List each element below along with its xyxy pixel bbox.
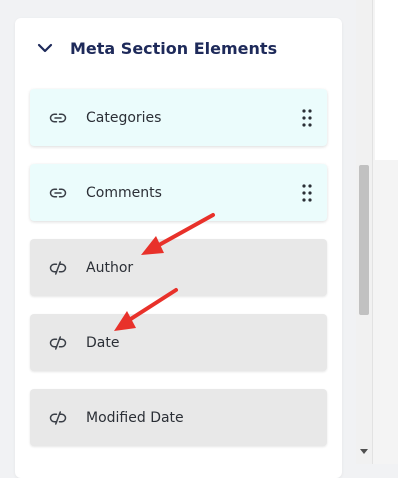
unlink-icon [49, 411, 67, 425]
meta-item-label: Categories [86, 109, 162, 126]
meta-item-comments[interactable]: Comments [30, 164, 327, 221]
meta-item-label: Author [86, 259, 134, 276]
drag-handle-icon[interactable] [301, 108, 313, 128]
right-panel-card [375, 0, 398, 160]
meta-section-panel: Meta Section Elements Categories Comment… [15, 18, 342, 478]
meta-section-toggle[interactable]: Meta Section Elements [37, 38, 277, 58]
drag-handle-icon[interactable] [301, 183, 313, 203]
link-icon [49, 113, 67, 123]
meta-item-label: Modified Date [86, 409, 184, 426]
unlink-icon [49, 336, 67, 350]
unlink-icon [49, 261, 67, 275]
meta-item-author[interactable]: Author [30, 239, 327, 296]
scrollbar-thumb[interactable] [359, 165, 369, 315]
meta-item-label: Comments [86, 184, 162, 201]
meta-item-date[interactable]: Date [30, 314, 327, 371]
meta-item-categories[interactable]: Categories [30, 89, 327, 146]
link-icon [49, 188, 67, 198]
scroll-down-arrow-icon[interactable] [360, 449, 368, 454]
chevron-down-icon [37, 43, 53, 53]
section-title: Meta Section Elements [70, 38, 278, 58]
meta-item-modified-date[interactable]: Modified Date [30, 389, 327, 446]
meta-item-label: Date [86, 334, 120, 351]
